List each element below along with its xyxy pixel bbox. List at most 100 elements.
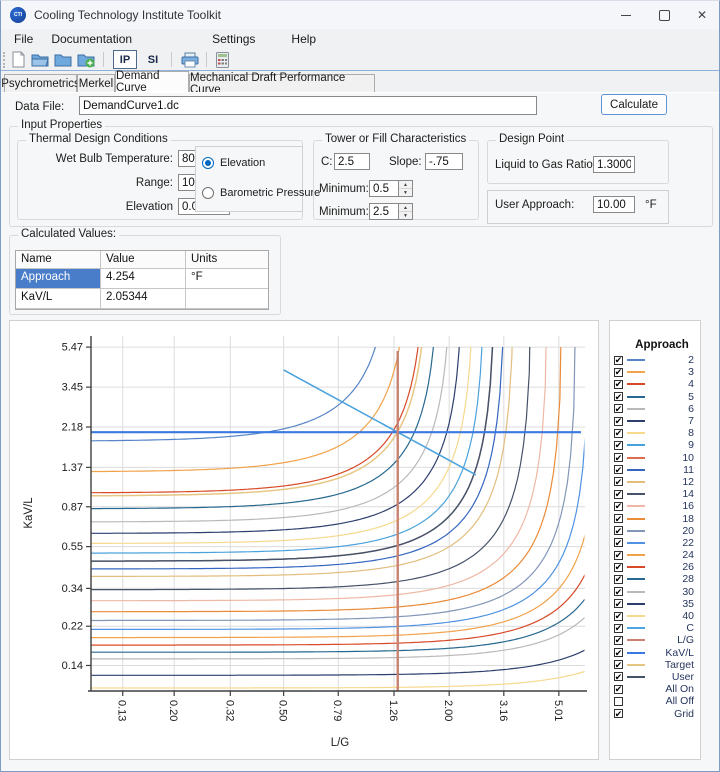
legend-checkbox[interactable]: ✔ <box>614 636 623 645</box>
app-icon: CTI <box>10 7 26 23</box>
si-units-button[interactable]: SI <box>142 50 164 69</box>
legend-label: 8 <box>645 427 694 439</box>
column-header[interactable]: Units <box>186 251 268 269</box>
minimum2-stepper[interactable]: ▲▼ <box>399 203 413 220</box>
wet-bulb-label: Wet Bulb Temperature: <box>21 153 173 165</box>
calculator-button[interactable] <box>216 50 229 69</box>
legend-label: 16 <box>645 500 694 512</box>
table-cell[interactable]: 2.05344 <box>101 289 186 309</box>
legend-item-grid: ✔Grid <box>610 707 700 719</box>
tab-psychrometrics[interactable]: Psychrometrics <box>4 74 77 92</box>
open-folder-icon <box>31 52 49 67</box>
title-bar: CTI Cooling Technology Institute Toolkit… <box>1 1 720 29</box>
legend-checkbox[interactable]: ✔ <box>614 526 623 535</box>
legend-checkbox[interactable] <box>614 697 623 706</box>
legend-checkbox[interactable]: ✔ <box>614 624 623 633</box>
legend-checkbox[interactable]: ✔ <box>614 441 623 450</box>
menu-help[interactable]: Help <box>282 30 325 48</box>
legend-item-9: ✔9 <box>610 439 700 451</box>
add-file-button[interactable] <box>77 50 96 69</box>
minimum2-input[interactable] <box>369 203 399 220</box>
legend-checkbox[interactable]: ✔ <box>614 404 623 413</box>
user-approach-input[interactable] <box>593 196 635 213</box>
legend-line-swatch <box>627 420 645 422</box>
legend-checkbox[interactable]: ✔ <box>614 660 623 669</box>
tab-demand-curve[interactable]: Demand Curve <box>115 71 189 92</box>
elevation-radio[interactable]: Elevation <box>202 157 265 169</box>
y-tick-label: 2.18 <box>62 422 83 434</box>
legend-checkbox[interactable]: ✔ <box>614 563 623 572</box>
table-cell[interactable]: °F <box>186 269 268 289</box>
toolbar: IP SI <box>1 49 720 70</box>
minimum1-stepper[interactable]: ▲▼ <box>399 180 413 197</box>
legend-checkbox[interactable]: ✔ <box>614 356 623 365</box>
folder-plus-icon <box>77 52 96 68</box>
legend-checkbox[interactable]: ✔ <box>614 502 623 511</box>
liquid-gas-ratio-input[interactable] <box>593 156 635 173</box>
legend-checkbox[interactable]: ✔ <box>614 490 623 499</box>
table-cell[interactable]: 4.254 <box>101 269 186 289</box>
minimum1-input[interactable] <box>369 180 399 197</box>
column-header[interactable]: Name <box>16 251 101 269</box>
calculated-values-group: Calculated Values: NameValueUnitsApproac… <box>9 235 281 315</box>
legend-checkbox[interactable]: ✔ <box>614 648 623 657</box>
legend-checkbox[interactable]: ✔ <box>614 429 623 438</box>
new-file-button[interactable] <box>11 50 26 69</box>
table-row[interactable]: Approach4.254°F <box>16 269 268 289</box>
table-row[interactable]: KaV/L2.05344 <box>16 289 268 309</box>
legend-item-kav-l: ✔KaV/L <box>610 647 700 659</box>
legend-checkbox[interactable]: ✔ <box>614 709 623 718</box>
slope-input[interactable] <box>425 153 463 170</box>
legend-item-26: ✔26 <box>610 561 700 573</box>
legend-checkbox[interactable]: ✔ <box>614 587 623 596</box>
ip-units-button[interactable]: IP <box>113 50 137 69</box>
tab-merkel[interactable]: Merkel <box>77 74 115 92</box>
maximize-button[interactable] <box>645 1 683 29</box>
legend-line-swatch <box>627 530 645 532</box>
legend-label: 6 <box>645 403 694 415</box>
open-file-button[interactable] <box>31 50 49 69</box>
legend-checkbox[interactable]: ✔ <box>614 551 623 560</box>
legend-checkbox[interactable]: ✔ <box>614 477 623 486</box>
legend-checkbox[interactable]: ✔ <box>614 612 623 621</box>
legend-checkbox[interactable]: ✔ <box>614 368 623 377</box>
legend-line-swatch <box>627 493 645 495</box>
data-file-input[interactable] <box>79 96 537 115</box>
spin-up-icon: ▲ <box>399 181 412 189</box>
legend-checkbox[interactable]: ✔ <box>614 599 623 608</box>
c-input[interactable] <box>334 153 370 170</box>
legend-label: Target <box>645 659 694 671</box>
legend-checkbox[interactable]: ✔ <box>614 392 623 401</box>
demand-curve-user <box>91 321 495 561</box>
legend-checkbox[interactable]: ✔ <box>614 685 623 694</box>
table-cell[interactable]: Approach <box>16 269 101 289</box>
print-button[interactable] <box>181 50 199 69</box>
column-header[interactable]: Value <box>101 251 186 269</box>
legend-checkbox[interactable]: ✔ <box>614 538 623 547</box>
legend-label: 20 <box>645 525 694 537</box>
legend-line-swatch <box>627 505 645 507</box>
demand-curve-5 <box>91 322 435 509</box>
table-cell[interactable] <box>186 289 268 309</box>
legend-item-24: ✔24 <box>610 549 700 561</box>
barometric-pressure-radio[interactable]: Barometric Pressure <box>202 187 320 199</box>
tab-mechanical-draft[interactable]: Mechanical Draft Performance Curve <box>189 74 375 92</box>
legend-label: 2 <box>645 354 694 366</box>
legend-checkbox[interactable]: ✔ <box>614 575 623 584</box>
minimize-button[interactable] <box>607 1 645 29</box>
legend-label: 28 <box>645 573 694 585</box>
legend-checkbox[interactable]: ✔ <box>614 417 623 426</box>
menu-settings[interactable]: Settings <box>203 30 264 48</box>
menu-file[interactable]: File <box>5 30 42 48</box>
legend-checkbox[interactable]: ✔ <box>614 465 623 474</box>
legend-checkbox[interactable]: ✔ <box>614 380 623 389</box>
menu-documentation[interactable]: Documentation <box>42 30 141 48</box>
legend-title: Approach <box>610 339 700 351</box>
close-button[interactable]: ✕ <box>683 1 720 29</box>
legend-checkbox[interactable]: ✔ <box>614 514 623 523</box>
calculate-button[interactable]: Calculate <box>601 94 667 115</box>
legend-checkbox[interactable]: ✔ <box>614 453 623 462</box>
legend-checkbox[interactable]: ✔ <box>614 672 623 681</box>
save-file-button[interactable] <box>54 50 72 69</box>
table-cell[interactable]: KaV/L <box>16 289 101 309</box>
